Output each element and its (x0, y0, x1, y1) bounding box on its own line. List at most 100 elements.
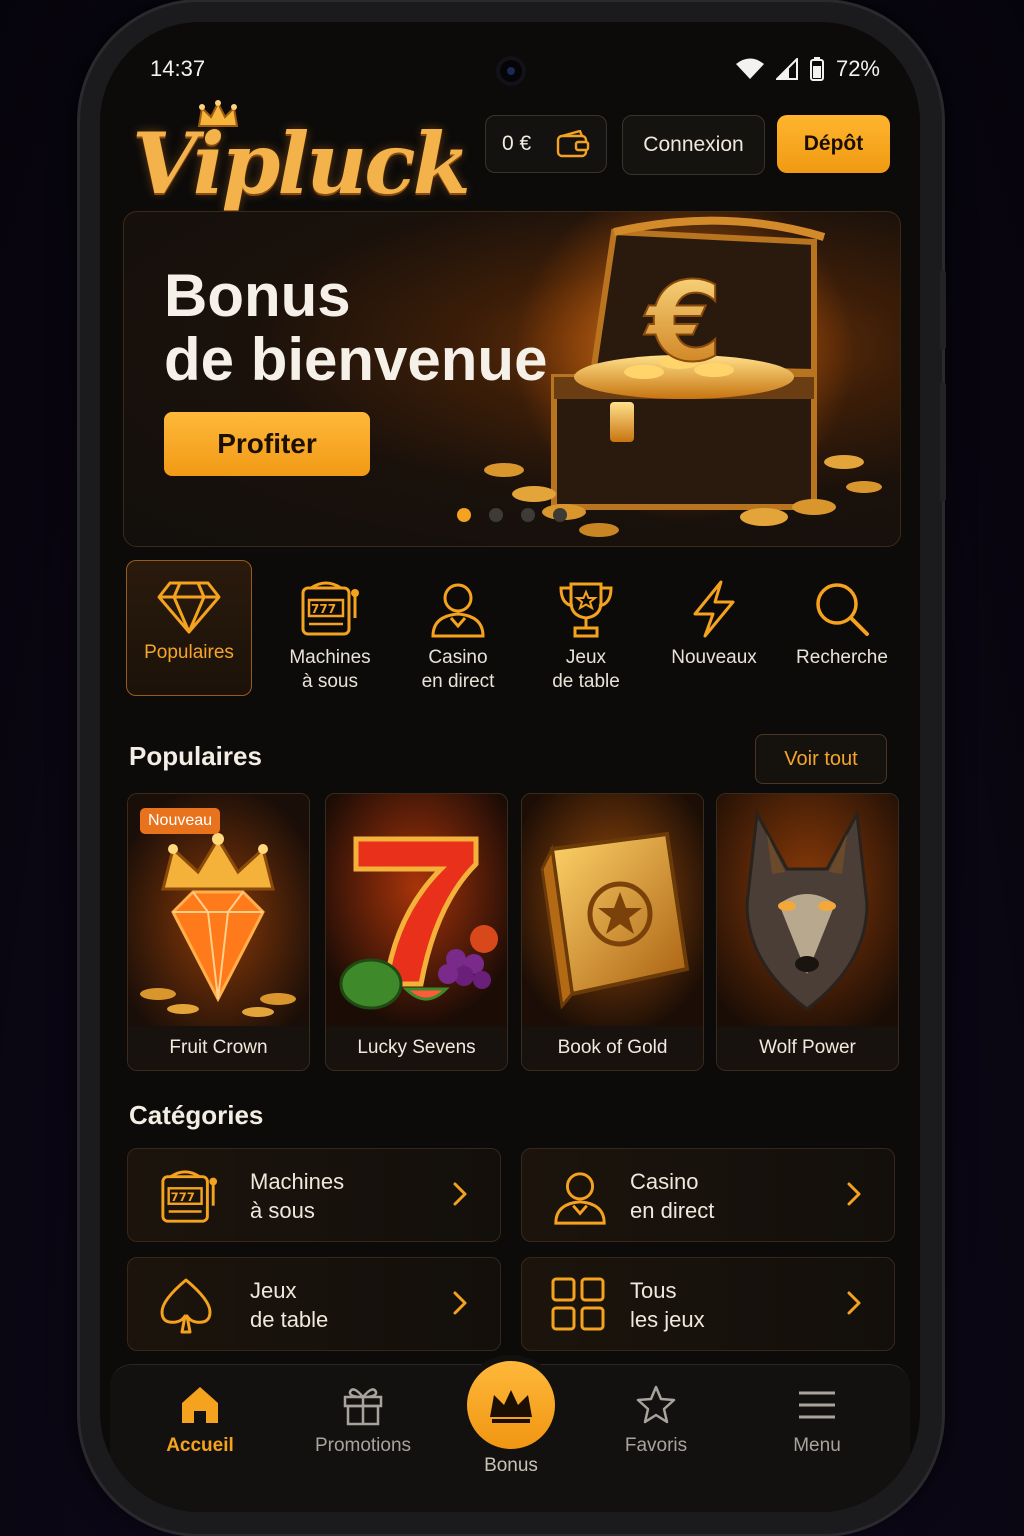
wallet-amount: 0 € (502, 132, 532, 155)
nav-label: Bonus (484, 1455, 538, 1476)
category-all-games[interactable]: Tous les jeux (521, 1257, 895, 1351)
svg-text:777: 777 (311, 602, 336, 616)
banner-title-line1: Bonus (164, 262, 351, 329)
category-label-line2: en direct (630, 1198, 715, 1223)
home-icon (182, 1387, 218, 1423)
quick-cat-new[interactable]: Nouveaux (651, 560, 777, 696)
category-label: Jeux de table (250, 1276, 328, 1334)
quick-cat-label: Nouveaux (671, 647, 757, 668)
quick-cat-table[interactable]: Jeux de table (523, 560, 649, 696)
login-button[interactable]: Connexion (622, 115, 765, 175)
categories-heading: Catégories (129, 1100, 264, 1130)
nav-menu[interactable]: Menu (757, 1383, 877, 1457)
carousel-dots (457, 508, 567, 522)
wallet-icon (556, 130, 590, 158)
category-table-games[interactable]: Jeux de table (127, 1257, 501, 1351)
status-bar: 14:37 72% (100, 22, 920, 112)
dealer-icon (431, 583, 485, 638)
battery-percent: 72% (835, 56, 880, 81)
game-card-fruit-crown[interactable]: Nouveau Fruit Crown (127, 793, 310, 1071)
banner-title: Bonus de bienvenue (164, 264, 547, 392)
game-title: Fruit Crown (128, 1026, 309, 1070)
nav-label: Accueil (166, 1435, 234, 1456)
quick-cat-popular[interactable]: Populaires (126, 560, 252, 696)
nav-favorites[interactable]: Favoris (596, 1383, 716, 1457)
volume-button (940, 270, 946, 350)
signal-icon (775, 58, 798, 80)
quick-cat-slots[interactable]: 777 Machines à sous (267, 560, 393, 696)
chevron-right-icon (847, 1182, 861, 1206)
quick-cat-live[interactable]: Casino en direct (395, 560, 521, 696)
diamond-icon (157, 581, 221, 634)
menu-icon (799, 1391, 835, 1419)
new-badge: Nouveau (140, 808, 221, 834)
app-screen: 14:37 72% Vipluck 0 € Connexion Dépôt € … (100, 22, 920, 1512)
nav-label: Menu (793, 1435, 841, 1456)
deposit-button[interactable]: Dépôt (777, 115, 890, 173)
see-all-button[interactable]: Voir tout (755, 734, 887, 784)
quick-cat-label: Populaires (144, 642, 234, 663)
bottom-navigation: Accueil Promotions Bonus Favoris Menu (110, 1361, 910, 1512)
category-label: Casino en direct (630, 1167, 714, 1225)
game-title: Wolf Power (717, 1026, 898, 1070)
game-card-lucky-sevens[interactable]: Lucky Sevens (325, 793, 508, 1071)
game-title: Book of Gold (522, 1026, 703, 1070)
battery-icon (809, 57, 824, 81)
dealer-icon (554, 1172, 606, 1225)
category-label-line1: Machines (250, 1169, 345, 1194)
carousel-dot[interactable] (553, 508, 567, 522)
wallet-balance[interactable]: 0 € (485, 115, 607, 173)
slot-machine-icon: 777 (161, 1170, 218, 1223)
front-camera (496, 56, 526, 86)
carousel-dot[interactable] (489, 508, 503, 522)
search-icon (816, 583, 869, 636)
quick-cat-label: Casino (428, 647, 488, 668)
game-card-book-of-gold[interactable]: Book of Gold (521, 793, 704, 1071)
nav-bonus[interactable] (467, 1361, 555, 1449)
game-art-wolf (717, 794, 898, 1026)
carousel-dot[interactable] (521, 508, 535, 522)
lightning-icon (693, 580, 735, 638)
status-time: 14:37 (150, 56, 206, 81)
spade-icon (160, 1278, 212, 1334)
welcome-bonus-banner[interactable]: € Bonus de bienvenue Profiter (123, 211, 901, 547)
svg-text:€: € (643, 258, 723, 386)
trophy-icon (559, 582, 613, 638)
category-label-line2: à sous (250, 1198, 315, 1223)
chevron-right-icon (847, 1291, 861, 1315)
game-title: Lucky Sevens (326, 1026, 507, 1070)
nav-label: Promotions (314, 1435, 412, 1456)
quick-cat-label-line2: de table (552, 671, 620, 692)
game-art-seven-fruits (326, 794, 507, 1026)
category-label-line2: de table (250, 1307, 329, 1332)
nav-label: Favoris (624, 1435, 688, 1456)
category-live[interactable]: Casino en direct (521, 1148, 895, 1242)
gift-icon (343, 1388, 383, 1426)
category-label-line1: Casino (630, 1169, 699, 1194)
category-label-line1: Tous (630, 1278, 677, 1303)
star-icon (636, 1385, 676, 1424)
category-slots[interactable]: 777 Machines à sous (127, 1148, 501, 1242)
quick-cat-label: Jeux (565, 647, 607, 668)
slot-machine-icon: 777 (301, 581, 359, 636)
quick-cat-label-line2: à sous (302, 671, 358, 692)
grid-icon (551, 1277, 605, 1331)
game-art-golden-book (522, 794, 703, 1026)
chevron-right-icon (453, 1182, 467, 1206)
claim-bonus-button[interactable]: Profiter (164, 412, 370, 476)
quick-cat-search[interactable]: Recherche (779, 560, 905, 696)
category-label-line2: les jeux (630, 1307, 705, 1332)
nav-promotions[interactable]: Promotions (303, 1383, 423, 1457)
game-card-wolf-power[interactable]: Wolf Power (716, 793, 899, 1071)
power-button (940, 382, 946, 502)
category-label: Machines à sous (250, 1167, 344, 1225)
quick-cat-label: Machines (289, 647, 371, 668)
popular-heading: Populaires (129, 741, 262, 771)
nav-home[interactable]: Accueil (140, 1383, 260, 1457)
category-label-line1: Jeux (250, 1278, 297, 1303)
carousel-dot[interactable] (457, 508, 471, 522)
wifi-icon (735, 58, 764, 79)
logo-text: Vipluck (132, 114, 471, 213)
quick-cat-label: Recherche (796, 647, 888, 668)
category-label: Tous les jeux (630, 1276, 705, 1334)
